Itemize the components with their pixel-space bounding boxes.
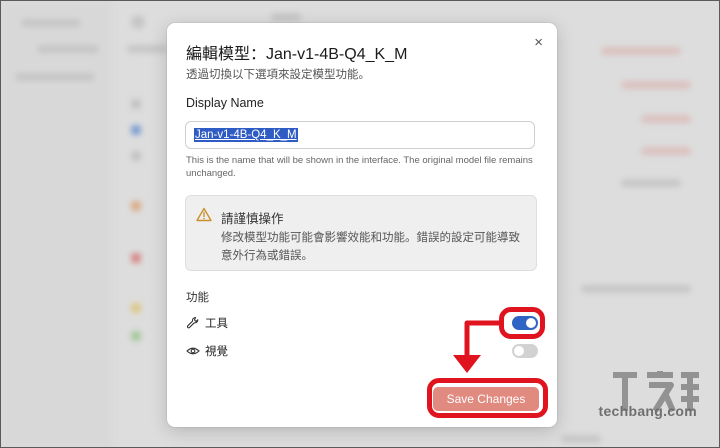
watermark-url: techbang.com [598,403,697,419]
screenshot-frame: 編輯模型：Jan-v1-4B-Q4_K_M × 透過切換以下選項來設定模型功能。… [0,0,720,448]
